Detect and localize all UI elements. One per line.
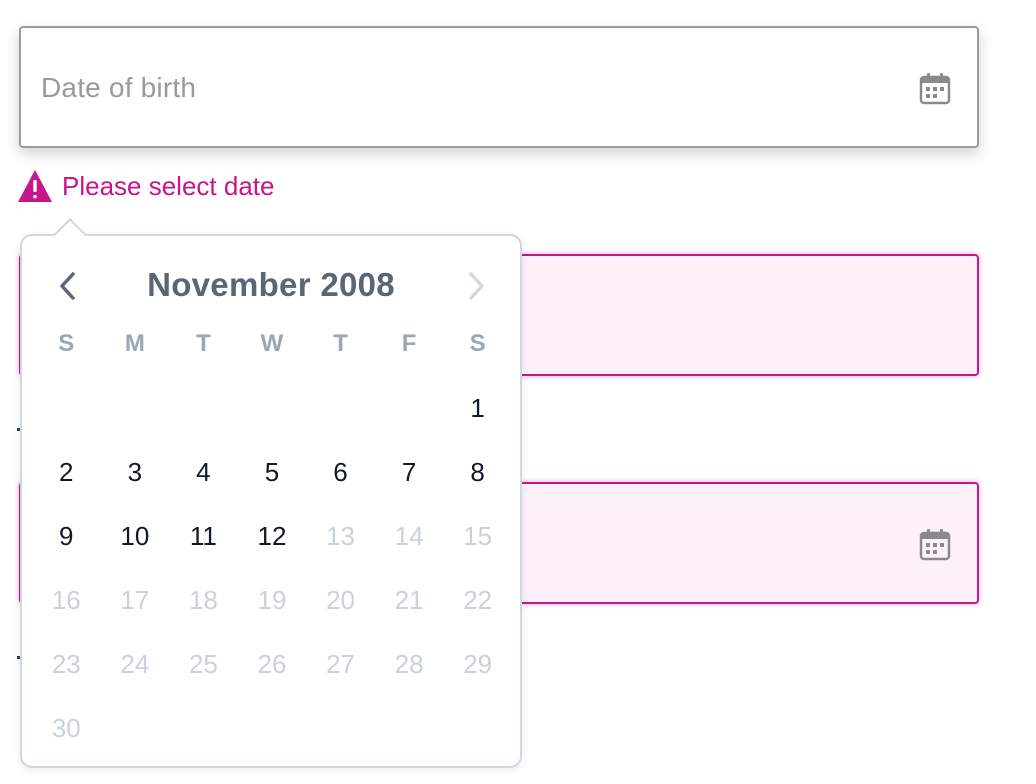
calendar-day[interactable]: 4 [169, 448, 238, 496]
calendar-day[interactable]: 9 [32, 512, 101, 560]
calendar-day-disabled: 16 [51, 585, 81, 615]
date-of-birth-field[interactable]: Date of birth [19, 26, 979, 148]
calendar-week-row: 23 24 25 26 27 28 29 [32, 640, 512, 688]
calendar-icon[interactable] [918, 528, 952, 562]
calendar-icon[interactable] [918, 72, 952, 106]
calendar-day-empty [101, 704, 170, 752]
calendar-day[interactable]: 1 [443, 384, 512, 432]
validation-error: Please select date [17, 168, 274, 204]
calendar-day-disabled: 18 [188, 585, 218, 615]
calendar-week-row: 9 10 11 12 13 14 15 [32, 512, 512, 560]
calendar-day-empty [306, 384, 375, 432]
calendar-day[interactable]: 2 [32, 448, 101, 496]
weekday-monday: M [124, 330, 145, 357]
calendar-week-row: 16 17 18 19 20 21 22 [32, 576, 512, 624]
weekday-friday: F [401, 330, 417, 357]
calendar-day[interactable]: 6 [306, 448, 375, 496]
month-title: November 2008 [147, 266, 395, 303]
calendar-day[interactable]: 8 [443, 448, 512, 496]
popover-caret [53, 218, 87, 252]
error-message: Please select date [62, 170, 275, 201]
calendar-day[interactable]: 12 [238, 512, 307, 560]
calendar-day-empty [101, 384, 170, 432]
calendar-day-empty [238, 384, 307, 432]
calendar-day-disabled: 29 [463, 649, 493, 679]
weekday-tuesday: T [196, 330, 211, 357]
calendar-day[interactable]: 3 [101, 448, 170, 496]
calendar-day-empty [238, 704, 307, 752]
calendar-day-empty [169, 384, 238, 432]
calendar-day-disabled: 30 [51, 713, 81, 743]
calendar-day-empty [306, 704, 375, 752]
date-of-birth-placeholder: Date of birth [41, 72, 197, 103]
calendar-day-empty [375, 704, 444, 752]
calendar-day-disabled: 21 [394, 585, 424, 615]
calendar-day-disabled: 19 [257, 585, 287, 615]
calendar-day-disabled: 14 [394, 521, 424, 551]
calendar-day-disabled: 25 [188, 649, 218, 679]
datepicker-header: November 2008 [22, 262, 520, 308]
calendar-day[interactable]: 10 [101, 512, 170, 560]
weekday-saturday: S [469, 330, 486, 357]
calendar-day-disabled: 27 [326, 649, 355, 679]
chevron-right-icon [469, 272, 484, 300]
weekday-thursday: T [333, 330, 348, 357]
calendar-day[interactable]: 7 [375, 448, 444, 496]
calendar-day-empty [443, 704, 512, 752]
calendar-week-row: 1 [32, 384, 512, 432]
calendar-day-disabled: 22 [463, 585, 493, 615]
calendar-day-disabled: 15 [463, 521, 493, 551]
calendar-day-disabled: 13 [326, 521, 355, 551]
next-month-button[interactable] [456, 266, 496, 306]
calendar-day-disabled: 17 [120, 585, 150, 615]
calendar-day-empty [169, 704, 238, 752]
calendar-day[interactable]: 5 [238, 448, 307, 496]
calendar-day-disabled: 23 [51, 649, 81, 679]
datepicker-popover: November 2008 S M T W T F S 1 2 3 4 5 6 … [20, 218, 522, 768]
calendar-day-empty [375, 384, 444, 432]
weekday-sunday: S [58, 330, 75, 357]
calendar-week-row: 2 3 4 5 6 7 8 [32, 448, 512, 496]
weekday-header-row: S M T W T F S [32, 330, 512, 358]
weekday-wednesday: W [260, 330, 284, 357]
calendar-week-row: 30 [32, 704, 512, 752]
warning-icon [18, 170, 52, 202]
calendar-day-disabled: 28 [394, 649, 424, 679]
calendar-day-disabled: 20 [326, 585, 355, 615]
calendar-day-empty [32, 384, 101, 432]
calendar-day-disabled: 26 [257, 649, 287, 679]
page: Date of birth Please select date Novembe… [0, 0, 1036, 784]
calendar-day-disabled: 24 [120, 649, 150, 679]
calendar-day[interactable]: 11 [169, 512, 238, 560]
